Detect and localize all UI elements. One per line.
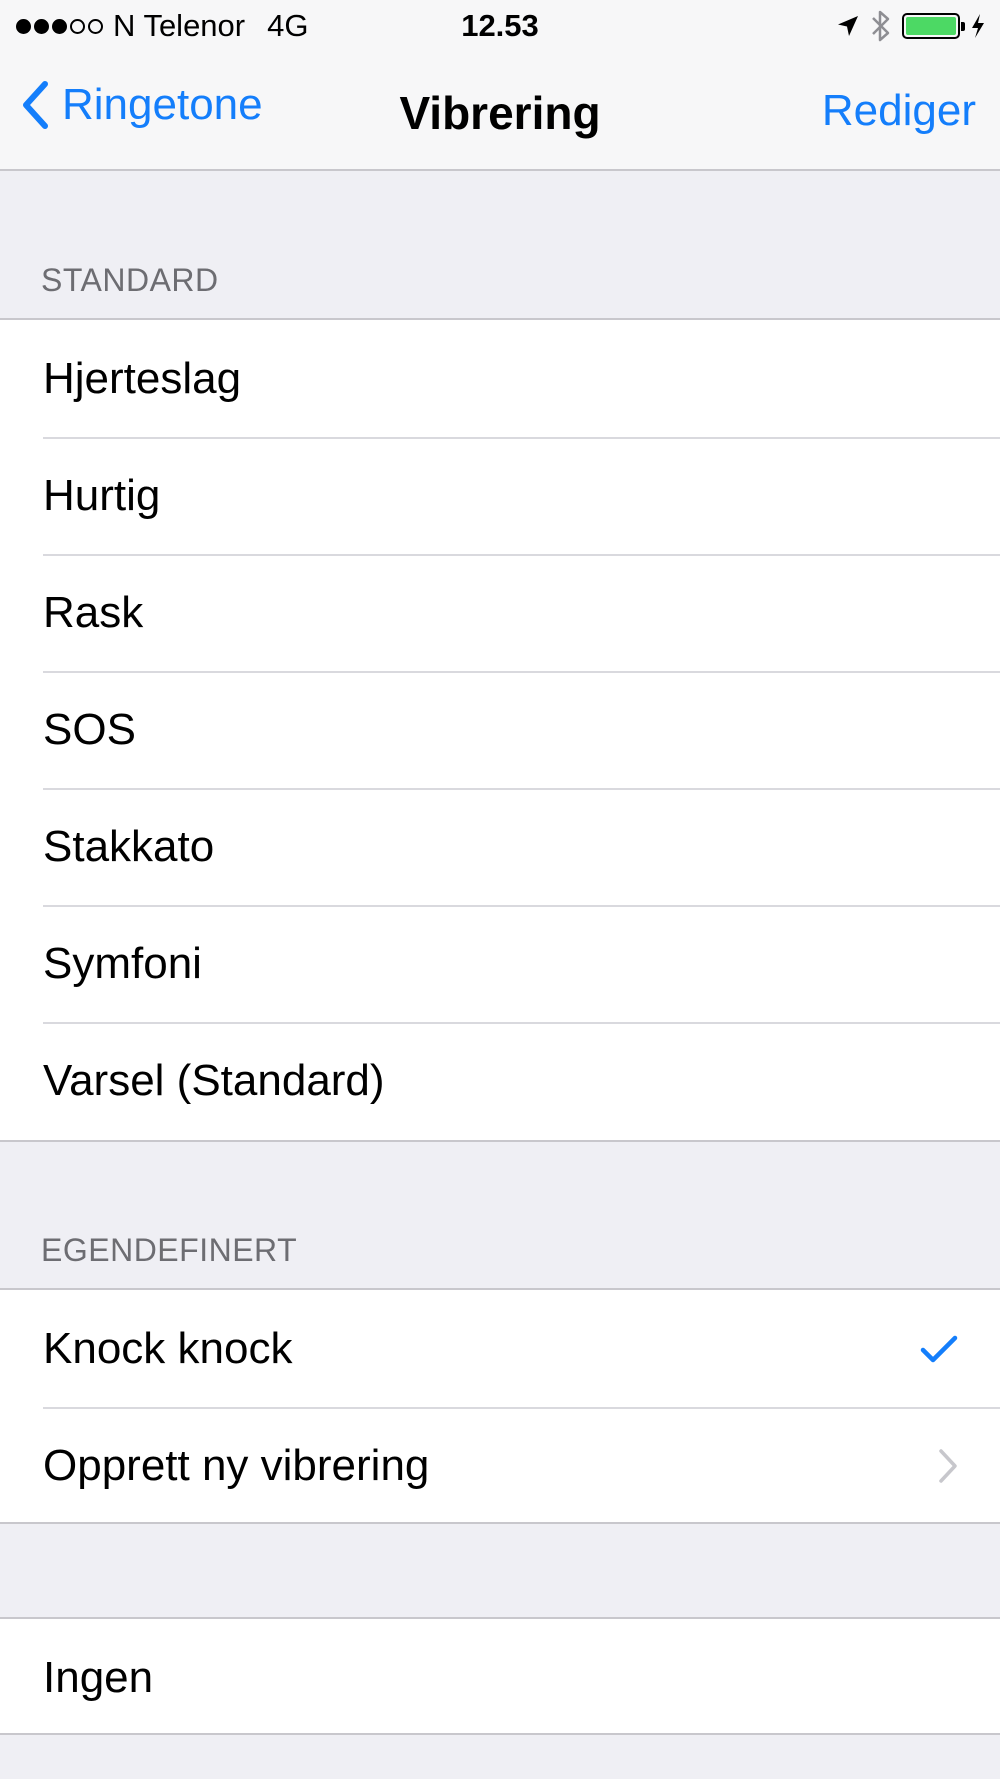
charging-bolt-icon [972,14,984,38]
battery-icon [902,13,965,39]
list-item-label: Hurtig [43,470,161,520]
list-item-label: Stakkato [43,821,215,871]
status-bar: N Telenor 4G 12.53 [0,0,1000,54]
edit-button[interactable]: Rediger [822,86,976,136]
list-item-label: Symfoni [43,938,202,988]
vibration-option-stakkato[interactable]: Stakkato [0,788,1000,905]
section-header-standard: STANDARD [41,262,219,298]
custom-vibrations-list: Knock knock Opprett ny vibrering [0,1288,1000,1524]
location-arrow-icon [838,16,858,36]
none-vibration-list: Ingen [0,1617,1000,1735]
vibration-option-symfoni[interactable]: Symfoni [0,905,1000,1022]
list-item-label: Ingen [43,1652,154,1702]
vibration-option-ingen[interactable]: Ingen [0,1619,1000,1736]
section-header-custom: EGENDEFINERT [41,1232,298,1268]
list-item-label: Opprett ny vibrering [43,1440,430,1490]
vibration-option-hjerteslag[interactable]: Hjerteslag [0,320,1000,437]
standard-vibrations-list: Hjerteslag Hurtig Rask SOS Stakkato Symf… [0,318,1000,1142]
vibration-option-knock-knock[interactable]: Knock knock [0,1290,1000,1407]
list-item-label: Rask [43,587,144,637]
vibration-option-rask[interactable]: Rask [0,554,1000,671]
vibration-option-sos[interactable]: SOS [0,671,1000,788]
navigation-bar: Ringetone Vibrering Rediger [0,54,1000,171]
list-item-label: Hjerteslag [43,353,242,403]
vibration-option-varsel[interactable]: Varsel (Standard) [0,1022,1000,1139]
list-item-label: SOS [43,704,136,754]
vibration-option-hurtig[interactable]: Hurtig [0,437,1000,554]
create-new-vibration[interactable]: Opprett ny vibrering [0,1407,1000,1524]
list-item-label: Knock knock [43,1323,293,1373]
list-item-label: Varsel (Standard) [43,1055,385,1105]
status-right [836,9,986,43]
checkmark-icon [920,1290,958,1407]
chevron-right-icon [938,1407,958,1524]
bluetooth-icon [872,10,890,42]
